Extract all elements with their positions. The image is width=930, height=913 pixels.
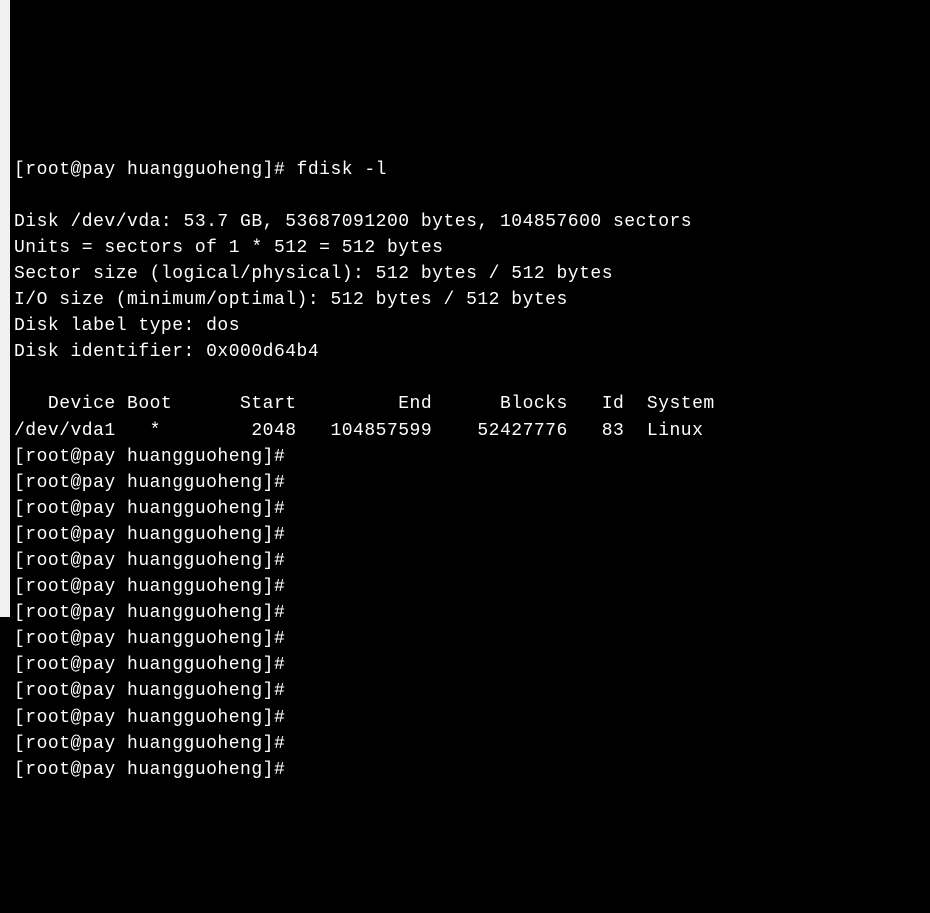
terminal-output[interactable]: [root@pay huangguoheng]# fdisk -l Disk /… — [14, 157, 930, 783]
line-15: [root@pay huangguoheng]# — [14, 551, 297, 571]
line-09: Device Boot Start End Blocks Id System — [14, 394, 715, 414]
line-13: [root@pay huangguoheng]# — [14, 499, 297, 519]
line-22: [root@pay huangguoheng]# — [14, 734, 297, 754]
line-05: I/O size (minimum/optimal): 512 bytes / … — [14, 290, 568, 310]
left-strip — [0, 0, 10, 617]
line-04: Sector size (logical/physical): 512 byte… — [14, 264, 613, 284]
line-06: Disk label type: dos — [14, 316, 240, 336]
line-18: [root@pay huangguoheng]# — [14, 629, 297, 649]
line-23: [root@pay huangguoheng]# — [14, 760, 297, 780]
line-10: /dev/vda1 * 2048 104857599 52427776 83 L… — [14, 421, 703, 441]
line-07: Disk identifier: 0x000d64b4 — [14, 342, 319, 362]
line-02: Disk /dev/vda: 53.7 GB, 53687091200 byte… — [14, 212, 692, 232]
line-12: [root@pay huangguoheng]# — [14, 473, 297, 493]
line-17: [root@pay huangguoheng]# — [14, 603, 297, 623]
line-03: Units = sectors of 1 * 512 = 512 bytes — [14, 238, 443, 258]
line-00: [root@pay huangguoheng]# fdisk -l — [14, 160, 387, 180]
line-14: [root@pay huangguoheng]# — [14, 525, 297, 545]
line-20: [root@pay huangguoheng]# — [14, 681, 297, 701]
line-19: [root@pay huangguoheng]# — [14, 655, 297, 675]
line-21: [root@pay huangguoheng]# — [14, 708, 297, 728]
line-16: [root@pay huangguoheng]# — [14, 577, 297, 597]
line-11: [root@pay huangguoheng]# — [14, 447, 297, 467]
